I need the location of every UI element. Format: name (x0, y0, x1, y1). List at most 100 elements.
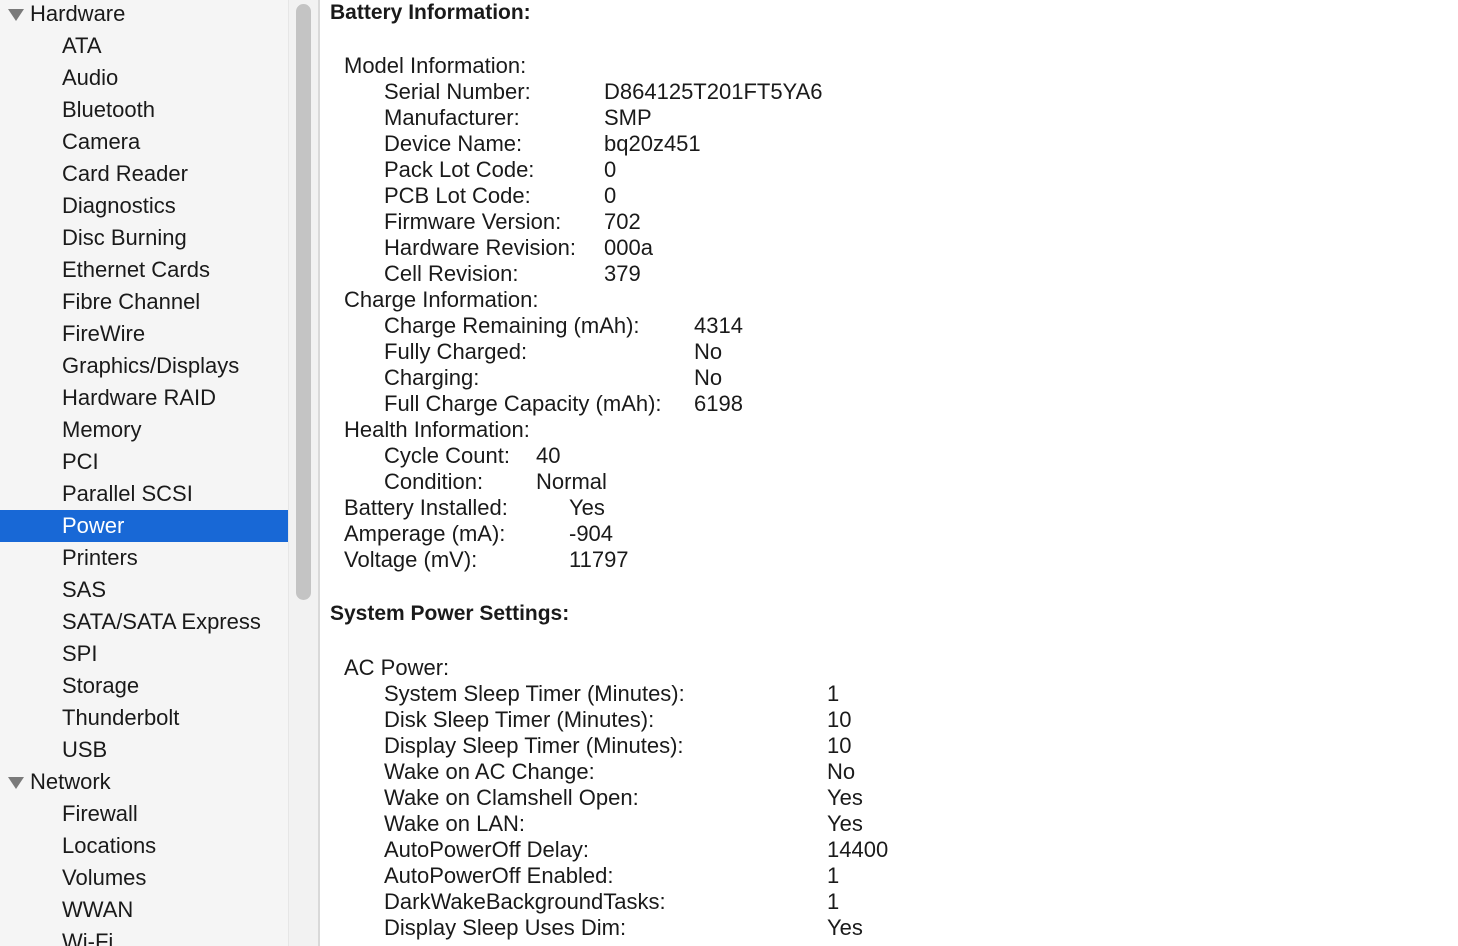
sidebar-item-label: SAS (62, 577, 107, 602)
sidebar-item-power[interactable]: Power (0, 510, 288, 542)
sidebar-item-thunderbolt[interactable]: Thunderbolt (0, 702, 288, 734)
charge-info-label: Charging: (384, 365, 480, 390)
model-info-label: Serial Number: (384, 79, 531, 104)
sidebar-item-label: Power (62, 513, 125, 538)
sidebar-item-label: SATA/SATA Express (62, 609, 261, 634)
sidebar-item-label: Card Reader (62, 161, 188, 186)
sidebar-item-printers[interactable]: Printers (0, 542, 288, 574)
sidebar-item-label: Hardware RAID (62, 385, 217, 410)
ac-power-label: Display Sleep Timer (Minutes): (384, 733, 684, 758)
model-info-label: Device Name: (384, 131, 523, 156)
triangle-down-icon[interactable] (8, 777, 24, 789)
sidebar-item-hardware[interactable]: Hardware (0, 0, 288, 30)
health-information-heading: Health Information: (344, 417, 530, 442)
sidebar-item-label: Network (30, 769, 111, 794)
sidebar-item-label: Memory (62, 417, 142, 442)
sidebar-item-label: FireWire (62, 321, 146, 346)
battery-misc-label: Amperage (mA): (344, 521, 506, 546)
sidebar-item-locations[interactable]: Locations (0, 830, 288, 862)
charge-info-label: Fully Charged: (384, 339, 528, 364)
model-info-value: D864125T201FT5YA6 (604, 79, 823, 104)
sidebar-item-hardware-raid[interactable]: Hardware RAID (0, 382, 288, 414)
sidebar-item-sas[interactable]: SAS (0, 574, 288, 606)
sidebar-item-ata[interactable]: ATA (0, 30, 288, 62)
ac-power-value: 1 (827, 889, 840, 914)
sidebar-item-label: Volumes (62, 865, 147, 890)
triangle-down-icon[interactable] (8, 9, 24, 21)
ac-power-label: Wake on LAN: (384, 811, 526, 836)
ac-power-label: AutoPowerOff Enabled: (384, 863, 614, 888)
ac-power-heading: AC Power: (344, 655, 450, 680)
sidebar-item-label: Ethernet Cards (62, 257, 210, 282)
system-information-window: Hardware ATA Audio Bluetooth Camera Card Read… (0, 0, 1458, 946)
sidebar-item-disc-burning[interactable]: Disc Burning (0, 222, 288, 254)
battery-misc-value: -904 (569, 521, 614, 546)
charge-info-label: Full Charge Capacity (mAh): (384, 391, 662, 416)
ac-power-value: Yes (827, 915, 863, 940)
ac-power-label: Display Sleep Uses Dim: (384, 915, 627, 940)
battery-misc-label: Voltage (mV): (344, 547, 478, 572)
sidebar-item-firewire[interactable]: FireWire (0, 318, 288, 350)
sidebar-item-volumes[interactable]: Volumes (0, 862, 288, 894)
model-info-value: bq20z451 (604, 131, 701, 156)
sidebar-item-pci[interactable]: PCI (0, 446, 288, 478)
system-power-settings-title: System Power Settings: (330, 602, 570, 625)
model-info-value: 000a (604, 235, 653, 260)
sidebar-item-wi-fi[interactable]: Wi-Fi (0, 926, 288, 946)
sidebar-item-usb[interactable]: USB (0, 734, 288, 766)
sidebar-item-diagnostics[interactable]: Diagnostics (0, 190, 288, 222)
sidebar-item-card-reader[interactable]: Card Reader (0, 158, 288, 190)
sidebar-item-label: Wi-Fi (62, 929, 114, 946)
sidebar-item-firewall[interactable]: Firewall (0, 798, 288, 830)
sidebar-item-graphics-displays[interactable]: Graphics/Displays (0, 350, 288, 382)
sidebar-list: Hardware ATA Audio Bluetooth Camera Card Read… (0, 0, 288, 946)
model-info-value: 379 (604, 261, 641, 286)
model-info-value: 0 (604, 183, 617, 208)
sidebar-item-sata-sata-express[interactable]: SATA/SATA Express (0, 606, 288, 638)
sidebar-item-camera[interactable]: Camera (0, 126, 288, 158)
sidebar-item-spi[interactable]: SPI (0, 638, 288, 670)
sidebar-item-label: USB (62, 737, 108, 762)
sidebar-item-parallel-scsi[interactable]: Parallel SCSI (0, 478, 288, 510)
health-info-value: Normal (536, 469, 607, 494)
model-info-label: PCB Lot Code: (384, 183, 531, 208)
ac-power-label: Wake on Clamshell Open: (384, 785, 639, 810)
sidebar-item-bluetooth[interactable]: Bluetooth (0, 94, 288, 126)
sidebar-item-storage[interactable]: Storage (0, 670, 288, 702)
sidebar-item-label: Diagnostics (62, 193, 176, 218)
sidebar-item-ethernet-cards[interactable]: Ethernet Cards (0, 254, 288, 286)
ac-power-label: Wake on AC Change: (384, 759, 595, 784)
sidebar[interactable]: Hardware ATA Audio Bluetooth Camera Card Read… (0, 0, 288, 946)
model-info-value: SMP (604, 105, 652, 130)
model-information-heading: Model Information: (344, 53, 527, 78)
ac-power-value: 14400 (827, 837, 889, 862)
sidebar-item-network[interactable]: Network (0, 766, 288, 798)
sidebar-item-label: ATA (62, 33, 102, 58)
sidebar-item-label: Bluetooth (62, 97, 155, 122)
sidebar-item-fibre-channel[interactable]: Fibre Channel (0, 286, 288, 318)
sidebar-item-label: Camera (62, 129, 141, 154)
charge-info-value: 4314 (694, 313, 743, 338)
detail-pane: Battery Information: Model Information: … (320, 0, 1458, 946)
model-info-value: 0 (604, 157, 617, 182)
sidebar-item-audio[interactable]: Audio (0, 62, 288, 94)
sidebar-scrollbar-thumb[interactable] (296, 4, 311, 600)
sidebar-item-label: SPI (62, 641, 98, 666)
health-info-value: 40 (536, 443, 561, 468)
charge-info-value: No (694, 339, 723, 364)
ac-power-value: Yes (827, 811, 863, 836)
health-info-label: Condition: (384, 469, 484, 494)
sidebar-item-wwan[interactable]: WWAN (0, 894, 288, 926)
ac-power-value: No (827, 759, 856, 784)
sidebar-item-label: PCI (62, 449, 99, 474)
health-info-label: Cycle Count: (384, 443, 510, 468)
model-info-label: Hardware Revision: (384, 235, 576, 260)
model-info-label: Cell Revision: (384, 261, 519, 286)
sidebar-item-memory[interactable]: Memory (0, 414, 288, 446)
ac-power-label: Disk Sleep Timer (Minutes): (384, 707, 655, 732)
sidebar-item-label: Locations (62, 833, 157, 858)
sidebar-item-label: Parallel SCSI (62, 481, 193, 506)
battery-information-title: Battery Information: (330, 1, 531, 24)
charge-info-value: No (694, 365, 723, 390)
model-info-label: Manufacturer: (384, 105, 520, 130)
